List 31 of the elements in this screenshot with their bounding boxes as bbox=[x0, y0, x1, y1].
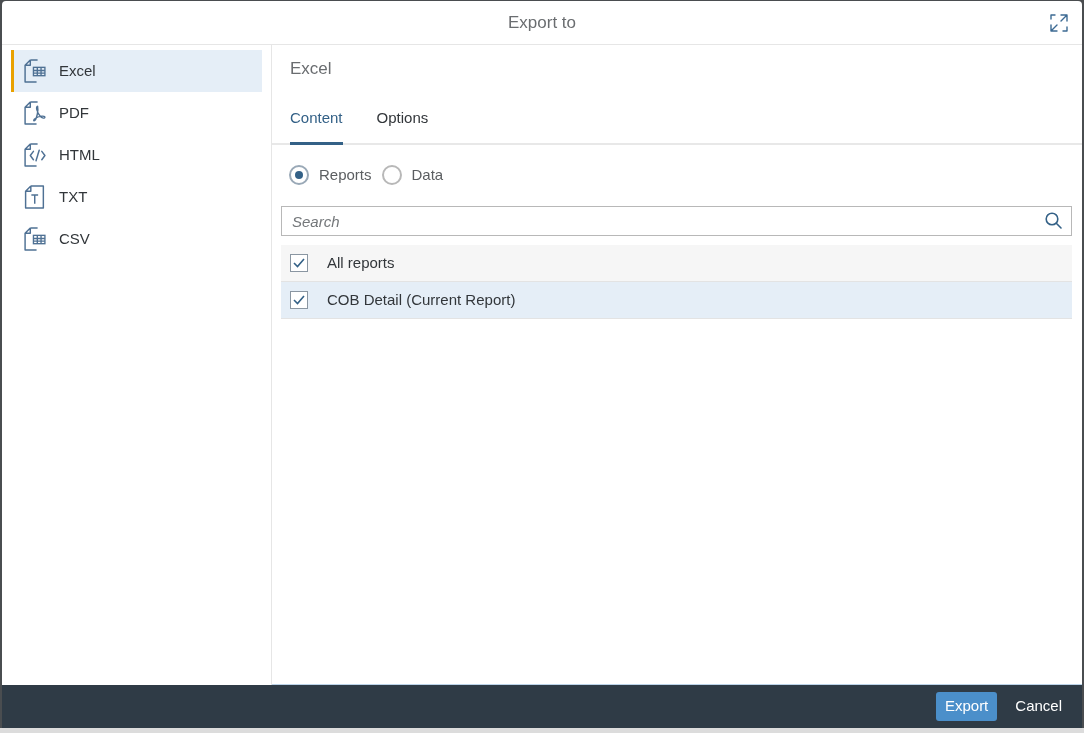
tab[interactable]: Options bbox=[376, 93, 429, 145]
dialog-title: Export to bbox=[507, 11, 576, 34]
checkbox[interactable] bbox=[290, 291, 308, 309]
code-file-icon bbox=[24, 143, 46, 167]
radio-button[interactable] bbox=[381, 165, 402, 185]
checkbox[interactable] bbox=[290, 254, 308, 272]
radio-button[interactable] bbox=[289, 165, 309, 185]
search-field[interactable]: Search bbox=[281, 206, 1072, 236]
expand-icon bbox=[1050, 13, 1068, 32]
pdf-file-icon bbox=[24, 101, 46, 125]
panel-title: Excel bbox=[290, 58, 332, 81]
text-file-icon bbox=[24, 185, 46, 209]
format-item[interactable]: Excel bbox=[11, 50, 262, 92]
expand-button[interactable] bbox=[1048, 11, 1070, 34]
spreadsheet-file-icon bbox=[24, 59, 46, 83]
format-item[interactable]: CSV bbox=[11, 218, 262, 260]
radio-label: Reports bbox=[319, 164, 372, 185]
report-row[interactable]: COB Detail (Current Report) bbox=[281, 282, 1072, 319]
radio-label: Data bbox=[411, 164, 444, 185]
cancel-button[interactable]: Cancel bbox=[1003, 692, 1074, 721]
format-item[interactable]: TXT bbox=[11, 176, 262, 218]
checkmark-icon bbox=[293, 258, 305, 268]
report-row[interactable]: All reports bbox=[281, 245, 1072, 282]
report-label: COB Detail (Current Report) bbox=[327, 289, 516, 310]
checkmark-icon bbox=[293, 295, 305, 305]
tab[interactable]: Content bbox=[290, 93, 343, 145]
format-item[interactable]: HTML bbox=[11, 134, 262, 176]
spreadsheet-file-icon bbox=[24, 227, 46, 251]
format-item[interactable]: PDF bbox=[11, 92, 262, 134]
search-icon bbox=[1045, 212, 1062, 229]
report-label: All reports bbox=[327, 252, 395, 273]
